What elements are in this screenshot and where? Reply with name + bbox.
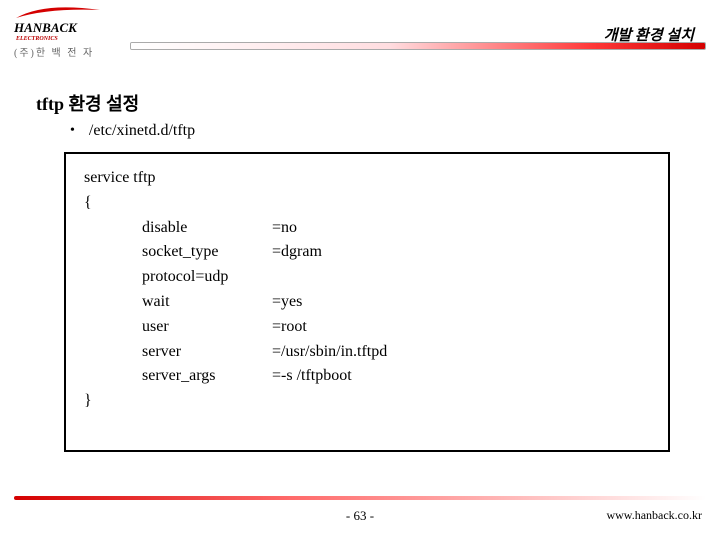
code-row: user =root bbox=[84, 315, 650, 340]
code-val: =root bbox=[272, 315, 650, 340]
code-val bbox=[272, 265, 650, 290]
code-open: { bbox=[84, 191, 650, 216]
code-line: service tftp bbox=[84, 166, 650, 191]
section-title: tftp 환경 설정 bbox=[36, 90, 684, 116]
code-val: =yes bbox=[272, 290, 650, 315]
header: HANBACK ELECTRONICS (주)한 백 전 자 개발 환경 설치 bbox=[0, 0, 720, 68]
code-key: protocol=udp bbox=[142, 265, 272, 290]
bullet-icon: • bbox=[70, 123, 75, 139]
code-key: disable bbox=[142, 216, 272, 241]
code-row: disable =no bbox=[84, 216, 650, 241]
code-row: server_args =-s /tftpboot bbox=[84, 364, 650, 389]
code-box: service tftp { disable =no socket_type =… bbox=[64, 152, 670, 452]
code-key: server bbox=[142, 340, 272, 365]
code-key: user bbox=[142, 315, 272, 340]
code-val: =-s /tftpboot bbox=[272, 364, 650, 389]
brand-ko: (주)한 백 전 자 bbox=[14, 44, 122, 59]
code-row: protocol=udp bbox=[84, 265, 650, 290]
brand-sub: ELECTRONICS bbox=[16, 36, 122, 42]
code-row: wait =yes bbox=[84, 290, 650, 315]
footer: - 63 - www.hanback.co.kr bbox=[0, 496, 720, 530]
code-key: socket_type bbox=[142, 240, 272, 265]
header-rule bbox=[130, 42, 706, 50]
code-row: server =/usr/sbin/in.tftpd bbox=[84, 340, 650, 365]
code-val: =no bbox=[272, 216, 650, 241]
code-key: server_args bbox=[142, 364, 272, 389]
code-val: =/usr/sbin/in.tftpd bbox=[272, 340, 650, 365]
code-close: } bbox=[84, 389, 650, 414]
code-val: =dgram bbox=[272, 240, 650, 265]
site-url: www.hanback.co.kr bbox=[606, 508, 702, 523]
code-key: wait bbox=[142, 290, 272, 315]
brand-en: HANBACK bbox=[14, 20, 77, 36]
content: tftp 환경 설정 • /etc/xinetd.d/tftp service … bbox=[0, 68, 720, 452]
code-row: socket_type =dgram bbox=[84, 240, 650, 265]
footer-rule bbox=[14, 496, 706, 500]
swoosh-icon bbox=[14, 6, 104, 20]
bullet-item: • /etc/xinetd.d/tftp bbox=[70, 122, 692, 140]
file-path: /etc/xinetd.d/tftp bbox=[89, 122, 195, 140]
logo: HANBACK ELECTRONICS (주)한 백 전 자 bbox=[14, 6, 122, 59]
